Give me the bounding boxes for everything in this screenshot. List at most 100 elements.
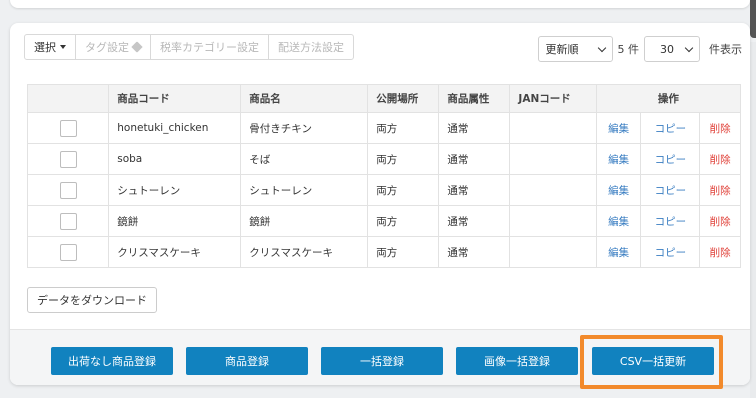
tax-category-label: 税率カテゴリー設定	[160, 41, 259, 54]
header-actions: 操作	[595, 84, 742, 113]
copy-link[interactable]: コピー	[655, 154, 687, 166]
row-checkbox-cell	[26, 236, 110, 268]
cell-name: クリスマスケーキ	[240, 236, 369, 268]
cell-code: 鏡餅	[108, 205, 242, 237]
cell-code: soba	[108, 143, 242, 175]
header-attribute: 商品属性	[438, 84, 511, 113]
cell-location: 両方	[367, 174, 440, 206]
per-page-select[interactable]: 30	[644, 36, 700, 62]
copy-link[interactable]: コピー	[655, 247, 687, 259]
shipping-method-button[interactable]: 配送方法設定	[268, 34, 354, 60]
table-row: クリスマスケーキ クリスマスケーキ 両方 通常 編集 コピー 削除	[26, 236, 741, 268]
sort-order-select[interactable]: 更新順	[537, 36, 613, 62]
header-name: 商品名	[240, 84, 369, 113]
delete-link[interactable]: 削除	[710, 185, 731, 197]
header-location: 公開場所	[367, 84, 440, 113]
row-checkbox[interactable]	[59, 212, 77, 230]
table-row: 鏡餅 鏡餅 両方 通常 編集 コピー 削除	[26, 205, 741, 237]
select-dropdown-button[interactable]: 選択	[24, 34, 76, 60]
row-checkbox[interactable]	[59, 150, 77, 168]
tag-settings-button[interactable]: タグ設定	[75, 34, 151, 60]
edit-link[interactable]: 編集	[608, 247, 629, 259]
edit-link[interactable]: 編集	[608, 216, 629, 228]
cell-edit: 編集	[595, 236, 642, 268]
cell-name: 鏡餅	[240, 205, 369, 237]
chevron-down-icon	[597, 43, 606, 52]
copy-link[interactable]: コピー	[655, 123, 687, 135]
cell-delete: 削除	[699, 174, 741, 206]
cell-delete: 削除	[699, 112, 741, 144]
cell-name: シュトーレン	[240, 174, 369, 206]
scrollbar-track[interactable]	[750, 42, 756, 398]
delete-link[interactable]: 削除	[710, 247, 731, 259]
table-row: シュトーレン シュトーレン 両方 通常 編集 コピー 削除	[26, 174, 741, 206]
scrollbar-thumb[interactable]	[750, 0, 756, 38]
cell-location: 両方	[367, 112, 440, 144]
delete-link[interactable]: 削除	[710, 154, 731, 166]
per-page-suffix: 件表示	[709, 43, 742, 56]
bulk-register-button[interactable]: 一括登録	[321, 347, 443, 375]
cell-attribute: 通常	[438, 205, 511, 237]
cell-code: シュトーレン	[108, 174, 242, 206]
cell-delete: 削除	[699, 236, 741, 268]
register-product-button[interactable]: 商品登録	[186, 347, 308, 375]
download-data-button[interactable]: データをダウンロード	[27, 287, 157, 313]
cell-attribute: 通常	[438, 112, 511, 144]
row-checkbox-cell	[26, 143, 110, 175]
cell-copy: コピー	[640, 143, 701, 175]
delete-link[interactable]: 削除	[710, 123, 731, 135]
row-checkbox-cell	[26, 174, 110, 206]
tax-category-button[interactable]: 税率カテゴリー設定	[150, 34, 269, 60]
cell-edit: 編集	[595, 174, 642, 206]
highlight-annotation	[580, 335, 723, 389]
table-row: honetuki_chicken 骨付きチキン 両方 通常 編集 コピー 削除	[26, 112, 741, 144]
cell-attribute: 通常	[438, 236, 511, 268]
per-page-value: 30	[660, 42, 674, 56]
register-no-shipping-button[interactable]: 出荷なし商品登録	[51, 347, 173, 375]
bulk-image-register-button[interactable]: 画像一括登録	[456, 347, 578, 375]
row-checkbox[interactable]	[59, 243, 77, 261]
cell-copy: コピー	[640, 174, 701, 206]
row-checkbox-cell	[26, 112, 110, 144]
edit-link[interactable]: 編集	[608, 185, 629, 197]
cell-code: クリスマスケーキ	[108, 236, 242, 268]
cell-jan	[509, 174, 597, 206]
product-table: 商品コード 商品名 公開場所 商品属性 JANコード 操作 honetuki_c…	[26, 84, 742, 268]
copy-link[interactable]: コピー	[655, 216, 687, 228]
header-jan: JANコード	[509, 84, 597, 113]
tag-settings-label: タグ設定	[85, 41, 129, 54]
cell-code: honetuki_chicken	[108, 112, 242, 144]
table-row: soba そば 両方 通常 編集 コピー 削除	[26, 143, 741, 175]
row-checkbox-cell	[26, 205, 110, 237]
header-checkbox-col	[26, 84, 110, 113]
cell-location: 両方	[367, 205, 440, 237]
cell-edit: 編集	[595, 205, 642, 237]
header-code: 商品コード	[108, 84, 242, 113]
edit-link[interactable]: 編集	[608, 154, 629, 166]
item-count: 5 件	[617, 43, 640, 56]
cell-jan	[509, 112, 597, 144]
row-checkbox[interactable]	[59, 181, 77, 199]
copy-link[interactable]: コピー	[655, 185, 687, 197]
edit-link[interactable]: 編集	[608, 123, 629, 135]
cell-edit: 編集	[595, 143, 642, 175]
tag-icon	[131, 41, 143, 53]
cell-copy: コピー	[640, 236, 701, 268]
cell-copy: コピー	[640, 112, 701, 144]
cell-delete: 削除	[699, 205, 741, 237]
delete-link[interactable]: 削除	[710, 216, 731, 228]
caret-down-icon	[60, 45, 66, 49]
top-panel	[10, 0, 750, 8]
cell-name: 骨付きチキン	[240, 112, 369, 144]
cell-jan	[509, 205, 597, 237]
cell-jan	[509, 236, 597, 268]
row-checkbox[interactable]	[59, 119, 77, 137]
cell-location: 両方	[367, 143, 440, 175]
cell-attribute: 通常	[438, 174, 511, 206]
cell-copy: コピー	[640, 205, 701, 237]
table-header-row: 商品コード 商品名 公開場所 商品属性 JANコード 操作	[26, 84, 742, 113]
cell-attribute: 通常	[438, 143, 511, 175]
select-label: 選択	[34, 41, 56, 54]
cell-name: そば	[240, 143, 369, 175]
cell-jan	[509, 143, 597, 175]
